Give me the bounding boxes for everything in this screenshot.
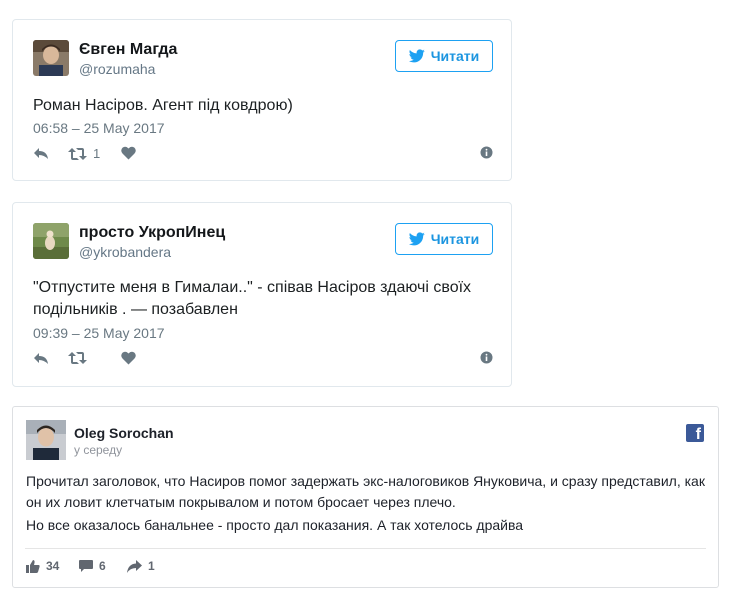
shares-stat[interactable]: 1 xyxy=(127,559,155,573)
retweet-icon xyxy=(68,147,87,160)
retweet-icon xyxy=(68,352,87,364)
divider xyxy=(25,548,706,549)
avatar[interactable] xyxy=(26,420,66,460)
follow-label: Читати xyxy=(430,48,480,64)
tweet-text: Роман Насіров. Агент під ковдрою) xyxy=(33,97,293,114)
comments-count: 6 xyxy=(99,559,106,573)
tweet-header: просто УкропИнец @ykrobandera Читати xyxy=(33,223,493,260)
reply-button[interactable] xyxy=(33,146,49,160)
tweet-card: просто УкропИнец @ykrobandera Читати "От… xyxy=(12,202,512,387)
comment-icon xyxy=(79,559,93,572)
tweet-header: Євген Магда @rozumaha Читати xyxy=(33,40,493,77)
facebook-post-card: Oleg Sorochan у середу f Прочитал заголо… xyxy=(12,406,719,588)
info-button[interactable] xyxy=(480,146,493,159)
tweet-text: "Отпустите меня в Гималаи.." - співав На… xyxy=(33,279,472,318)
retweet-count: 1 xyxy=(93,146,101,161)
author-handle[interactable]: @rozumaha xyxy=(79,61,155,77)
tweet-timestamp[interactable]: 09:39 – 25 May 2017 xyxy=(33,325,165,341)
reply-button[interactable] xyxy=(33,351,49,365)
likes-count: 34 xyxy=(46,559,60,573)
info-button[interactable] xyxy=(480,351,493,364)
author-handle[interactable]: @ykrobandera xyxy=(79,244,171,260)
author-name[interactable]: Євген Магда xyxy=(79,41,177,59)
share-icon xyxy=(127,559,142,573)
like-button[interactable] xyxy=(121,351,136,365)
tweet-actions: 1 xyxy=(33,146,493,166)
info-icon xyxy=(480,146,493,159)
post-paragraph: Но все оказалось банальнее - просто дал … xyxy=(26,517,524,533)
tweet-card: Євген Магда @rozumaha Читати Роман Насір… xyxy=(12,19,512,181)
author-name[interactable]: Oleg Sorochan xyxy=(74,425,174,441)
heart-icon xyxy=(121,146,136,160)
heart-icon xyxy=(121,351,136,365)
retweet-button[interactable]: 1 xyxy=(68,146,100,161)
reply-icon xyxy=(34,353,48,364)
author-name[interactable]: просто УкропИнец xyxy=(79,224,225,242)
post-timestamp[interactable]: у середу xyxy=(74,443,122,457)
retweet-button[interactable] xyxy=(68,351,93,365)
twitter-bird-icon xyxy=(408,49,425,63)
facebook-icon[interactable]: f xyxy=(686,424,704,443)
avatar[interactable] xyxy=(33,223,69,259)
comments-stat[interactable]: 6 xyxy=(79,559,106,573)
tweet-timestamp[interactable]: 06:58 – 25 May 2017 xyxy=(33,120,165,136)
post-stats: 34 6 1 xyxy=(26,559,326,577)
avatar[interactable] xyxy=(33,40,69,76)
twitter-bird-icon xyxy=(408,232,425,246)
follow-button[interactable]: Читати xyxy=(395,40,493,72)
likes-stat[interactable]: 34 xyxy=(26,559,59,573)
thumbs-up-icon xyxy=(26,560,40,573)
info-icon xyxy=(480,351,493,364)
reply-icon xyxy=(34,148,48,159)
follow-button[interactable]: Читати xyxy=(395,223,493,255)
post-paragraph: Прочитал заголовок, что Насиров помог за… xyxy=(26,473,705,510)
tweet-actions xyxy=(33,351,493,371)
like-button[interactable] xyxy=(121,146,136,160)
shares-count: 1 xyxy=(148,559,155,573)
follow-label: Читати xyxy=(430,231,480,247)
